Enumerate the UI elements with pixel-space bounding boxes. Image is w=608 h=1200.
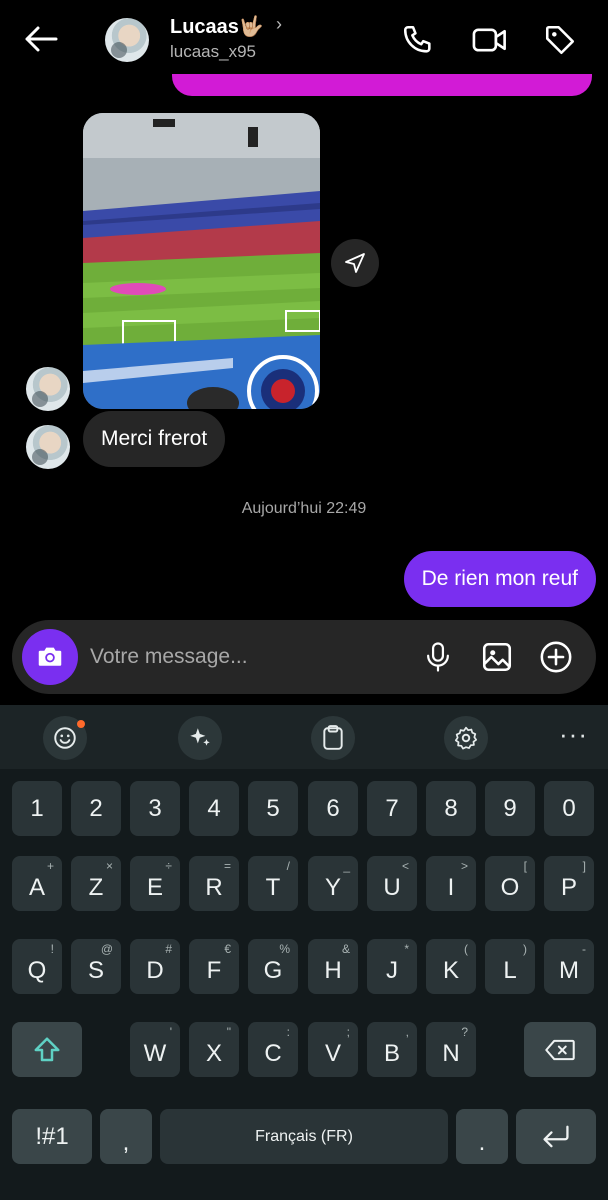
key-z[interactable]: × Z xyxy=(71,856,121,911)
key-t[interactable]: / T xyxy=(248,856,298,911)
key-v[interactable]: ; V xyxy=(308,1022,358,1077)
microphone-icon xyxy=(427,642,449,672)
keyboard-keys: 1 2 3 4 5 6 7 8 9 0 + A × Z ÷ E = R / T _ Y < U… xyxy=(0,769,608,1200)
gallery-button[interactable] xyxy=(479,639,515,675)
stadium-photo[interactable] xyxy=(83,113,320,409)
key-c[interactable]: :C xyxy=(248,1022,298,1077)
phone-icon xyxy=(403,25,431,53)
key-s[interactable]: @ S xyxy=(71,939,121,994)
key-3[interactable]: 3 xyxy=(130,781,180,836)
comma-key[interactable]: , xyxy=(100,1109,152,1164)
voice-message-button[interactable] xyxy=(420,639,456,675)
key-o[interactable]: [O xyxy=(485,856,535,911)
key-k[interactable]: (K xyxy=(426,939,476,994)
back-button[interactable] xyxy=(20,22,62,56)
key-j[interactable]: * J xyxy=(367,939,417,994)
message-input[interactable] xyxy=(90,640,410,674)
key-u[interactable]: < U xyxy=(367,856,417,911)
shift-icon xyxy=(34,1037,60,1061)
key-r[interactable]: = R xyxy=(189,856,239,911)
emoji-button[interactable] xyxy=(43,716,87,760)
gallery-icon xyxy=(482,642,512,672)
tag-button[interactable] xyxy=(540,20,580,60)
contact-avatar[interactable] xyxy=(105,18,149,62)
video-call-button[interactable] xyxy=(470,20,510,60)
enter-icon xyxy=(543,1125,569,1147)
key-m[interactable]: -M xyxy=(544,939,594,994)
key-i[interactable]: > I xyxy=(426,856,476,911)
key-a[interactable]: + A xyxy=(12,856,62,911)
chevron-right-icon[interactable]: › xyxy=(276,14,282,35)
key-6[interactable]: 6 xyxy=(308,781,358,836)
key-2[interactable]: 2 xyxy=(71,781,121,836)
key-w[interactable]: ' W xyxy=(130,1022,180,1077)
key-e[interactable]: ÷ E xyxy=(130,856,180,911)
key-b[interactable]: ,B xyxy=(367,1022,417,1077)
sender-avatar[interactable] xyxy=(26,367,70,411)
keyboard-toolbar: ··· xyxy=(0,705,608,769)
enter-key[interactable] xyxy=(516,1109,596,1164)
backspace-icon xyxy=(545,1039,575,1060)
key-x[interactable]: " X xyxy=(189,1022,239,1077)
settings-icon xyxy=(454,726,478,750)
key-y[interactable]: _ Y xyxy=(308,856,358,911)
add-icon xyxy=(540,641,572,673)
sparkle-icon xyxy=(190,728,210,746)
key-4[interactable]: 4 xyxy=(189,781,239,836)
notification-dot xyxy=(77,720,85,728)
on-screen-keyboard: ··· 1 2 3 4 5 6 7 8 9 0 + A × Z ÷ E = R / T _… xyxy=(0,705,608,1200)
key-7[interactable]: 7 xyxy=(367,781,417,836)
key-d[interactable]: # D xyxy=(130,939,180,994)
key-n[interactable]: ? N xyxy=(426,1022,476,1077)
clipboard-button[interactable] xyxy=(311,716,355,760)
received-message[interactable]: Merci frerot xyxy=(83,411,226,467)
key-h[interactable]: & H xyxy=(308,939,358,994)
video-camera-icon xyxy=(472,28,506,52)
key-q[interactable]: ! Q xyxy=(12,939,62,994)
clipboard-icon xyxy=(323,725,343,750)
message-composer xyxy=(12,620,596,694)
shift-key[interactable] xyxy=(12,1022,82,1077)
keyboard-settings-button[interactable] xyxy=(444,716,488,760)
key-f[interactable]: € F xyxy=(189,939,239,994)
key-l[interactable]: ) L xyxy=(485,939,535,994)
key-0[interactable]: 0 xyxy=(544,781,594,836)
space-key[interactable]: Français (FR) xyxy=(160,1109,448,1164)
emoji-icon xyxy=(54,727,76,749)
chat-header: Lucaas🤟🏼 › lucaas_x95 xyxy=(0,0,608,82)
stadium-image xyxy=(83,113,320,409)
key-8[interactable]: 8 xyxy=(426,781,476,836)
contact-name[interactable]: Lucaas🤟🏼 xyxy=(170,14,264,39)
more-actions-button[interactable] xyxy=(538,639,574,675)
period-key[interactable]: . xyxy=(456,1109,508,1164)
key-g[interactable]: % G xyxy=(248,939,298,994)
key-9[interactable]: 9 xyxy=(485,781,535,836)
sent-message[interactable]: De rien mon reuf xyxy=(403,551,596,607)
key-p[interactable]: ] P xyxy=(544,856,594,911)
call-button[interactable] xyxy=(398,20,438,60)
camera-button[interactable] xyxy=(22,629,78,685)
forward-button[interactable] xyxy=(331,239,379,287)
sender-avatar[interactable] xyxy=(26,425,70,469)
backspace-key[interactable] xyxy=(524,1022,596,1077)
more-icon[interactable]: ··· xyxy=(559,719,588,750)
key-1[interactable]: 1 xyxy=(12,781,62,836)
symbols-key[interactable]: !#1 xyxy=(12,1109,92,1164)
previous-message-bubble xyxy=(172,74,592,96)
tag-icon xyxy=(545,25,575,55)
camera-icon xyxy=(38,647,62,666)
back-arrow-icon xyxy=(25,26,58,52)
key-5[interactable]: 5 xyxy=(248,781,298,836)
contact-handle: lucaas_x95 xyxy=(170,42,257,61)
message-timestamp: Aujourd’hui 22:49 xyxy=(241,500,367,517)
ai-button[interactable] xyxy=(178,716,222,760)
send-icon xyxy=(345,253,365,273)
